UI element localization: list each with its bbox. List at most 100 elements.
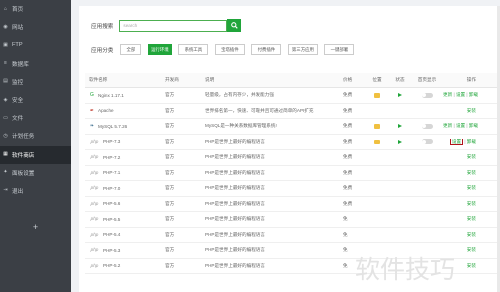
home-display-cell (411, 139, 443, 145)
sidebar: ⌂ 首页 ◉ 网站 ▣ FTP ≡ 数据库 ▤ 监控 ◈ 安全 ▭ 文件 ◷ 计划任务 ▦ 软件商店 ✦ 面板设置 ⇥ 退… (0, 0, 71, 292)
sidebar-item[interactable]: ◈ 安全 (0, 91, 71, 109)
software-name[interactable]: Nginx 1.17.1 (98, 93, 124, 98)
category-tab[interactable]: 第三方应用 (287, 44, 318, 55)
category-tab[interactable]: 一键部署 (324, 44, 355, 55)
software-name[interactable]: PHP-5.2 (103, 263, 120, 268)
folder-icon[interactable] (374, 124, 380, 129)
status-cell (389, 139, 411, 144)
operation-link[interactable]: 安装 (467, 201, 476, 206)
software-description: PHP是世界上最好的编程语言 (205, 262, 265, 268)
sidebar-item[interactable]: ▦ 软件商店 (0, 145, 71, 164)
operation-link[interactable]: 卸载 (469, 123, 478, 128)
category-tab[interactable]: 运行环境 (147, 44, 172, 55)
folder-icon[interactable] (374, 93, 380, 98)
operation-link[interactable]: 安装 (467, 108, 476, 113)
operation-link[interactable]: 设置 (456, 92, 465, 97)
sidebar-item[interactable]: ▤ 监控 (0, 73, 71, 91)
operation-cell: 安装 (443, 232, 478, 238)
search-row: 应用搜索 search (91, 19, 242, 32)
operation-link[interactable]: 安装 (467, 247, 476, 252)
operation-link[interactable]: 安装 (467, 232, 476, 237)
table-row: php PHP-5.6 官方 PHP是世界上最好的编程语言 免费 安装 (85, 197, 498, 212)
software-name[interactable]: PHP-5.3 (103, 248, 120, 253)
sidebar-nav: ⌂ 首页 ◉ 网站 ▣ FTP ≡ 数据库 ▤ 监控 ◈ 安全 ▭ 文件 ◷ 计划任务 ▦ 软件商店 ✦ 面板设置 ⇥ 退… (0, 0, 71, 200)
category-tab[interactable]: 全部 (120, 44, 142, 55)
software-description: 轻量级，占有内存少，并发能力强 (205, 92, 274, 98)
sidebar-item[interactable]: ≡ 数据库 (0, 55, 71, 73)
software-price: 免 (343, 231, 348, 237)
sidebar-item[interactable]: ▣ FTP (0, 36, 71, 54)
header-home-display: 首页显示 (417, 77, 437, 82)
software-developer: 官方 (165, 262, 175, 268)
operation-cell: 安装 (443, 185, 478, 191)
header-operation: 操作 (466, 77, 476, 82)
operation-link[interactable]: 安装 (467, 154, 476, 159)
software-name-cell: php PHP-5.2 (85, 263, 165, 269)
sidebar-item[interactable]: ✦ 面板设置 (0, 164, 71, 182)
status-cell (389, 93, 411, 98)
home-display-toggle[interactable] (421, 139, 433, 145)
running-status-icon (398, 139, 402, 144)
sidebar-item[interactable]: ◷ 计划任务 (0, 127, 71, 145)
operation-link[interactable]: 设置 (449, 138, 464, 145)
sidebar-add-icon[interactable]: + (0, 222, 71, 232)
operation-link[interactable]: 卸载 (469, 92, 478, 97)
logout-icon: ⇥ (3, 187, 8, 194)
operation-cell: 更新 | 设置 | 卸载 (443, 123, 478, 129)
sidebar-item[interactable]: ⇥ 退出 (0, 182, 71, 200)
home-display-toggle[interactable] (421, 92, 433, 98)
operation-link[interactable]: 更新 (443, 92, 452, 97)
table-row: php PHP-7.1 官方 PHP是世界上最好的编程语言 免费 安装 (85, 166, 498, 181)
database-icon: ≡ (4, 60, 7, 67)
category-label: 应用分类 (91, 47, 114, 54)
software-description: PHP是世界上最好的编程语言 (205, 200, 265, 206)
software-name[interactable]: PHP-7.1 (103, 170, 120, 175)
software-name[interactable]: PHP-7.0 (103, 186, 120, 191)
search-button[interactable] (227, 19, 242, 32)
sidebar-item[interactable]: ▭ 文件 (0, 109, 71, 127)
software-price: 免费 (343, 138, 353, 144)
home-display-toggle[interactable] (421, 123, 433, 129)
operation-link[interactable]: 更新 (443, 123, 452, 128)
software-name-cell: G Nginx 1.17.1 (85, 92, 165, 98)
software-developer: 官方 (165, 247, 175, 253)
header-desc: 说明 (205, 77, 215, 82)
software-name[interactable]: PHP-5.5 (103, 217, 120, 222)
sidebar-item[interactable]: ◉ 网站 (0, 18, 71, 36)
software-description: PHP是世界上最好的编程语言 (205, 169, 265, 175)
software-developer: 官方 (165, 216, 175, 222)
software-developer: 官方 (165, 169, 175, 175)
monitor-icon: ▤ (3, 78, 8, 85)
operation-cell: 设置 | 卸载 (443, 138, 478, 145)
running-status-icon (398, 93, 402, 98)
software-name[interactable]: PHP-5.4 (103, 232, 120, 237)
operation-link[interactable]: 安装 (467, 185, 476, 190)
software-name[interactable]: PHP-7.2 (103, 155, 120, 160)
category-tab[interactable]: 系统工具 (178, 44, 209, 55)
operation-link[interactable]: 安装 (467, 263, 476, 268)
category-tab[interactable]: 宝塔插件 (214, 44, 245, 55)
software-name[interactable]: PHP-7.3 (103, 139, 120, 144)
operation-link[interactable]: 安装 (467, 216, 476, 221)
sidebar-item[interactable]: ⌂ 首页 (0, 0, 71, 18)
software-name[interactable]: Apache (98, 108, 114, 113)
table-row: ✒ Apache 官方 世界排名第一，快速、可靠并且可通过简单的API扩充 免费 安装 (85, 104, 498, 119)
operation-link[interactable]: 设置 (456, 123, 465, 128)
software-name-cell: php PHP-7.3 (85, 139, 165, 145)
sidebar-item-label: 监控 (12, 79, 24, 86)
home-display-cell (411, 92, 443, 98)
category-tab[interactable]: 付费插件 (251, 44, 282, 55)
software-developer: 官方 (165, 123, 175, 129)
software-name-cell: php PHP-7.2 (85, 154, 165, 160)
software-description: MySQL是一种关系数据库管理系统! (205, 123, 277, 129)
software-logo-icon: php (90, 216, 99, 222)
search-input[interactable]: search (119, 19, 228, 32)
software-name[interactable]: PHP-5.6 (103, 201, 120, 206)
operation-link[interactable]: 卸载 (467, 139, 476, 144)
software-name[interactable]: MySQL 5.7.26 (98, 124, 127, 129)
folder-icon[interactable] (374, 139, 380, 144)
operation-link[interactable]: 安装 (467, 170, 476, 175)
software-description: PHP是世界上最好的编程语言 (205, 154, 265, 160)
software-logo-icon: php (90, 169, 99, 175)
software-description: PHP是世界上最好的编程语言 (205, 138, 265, 144)
